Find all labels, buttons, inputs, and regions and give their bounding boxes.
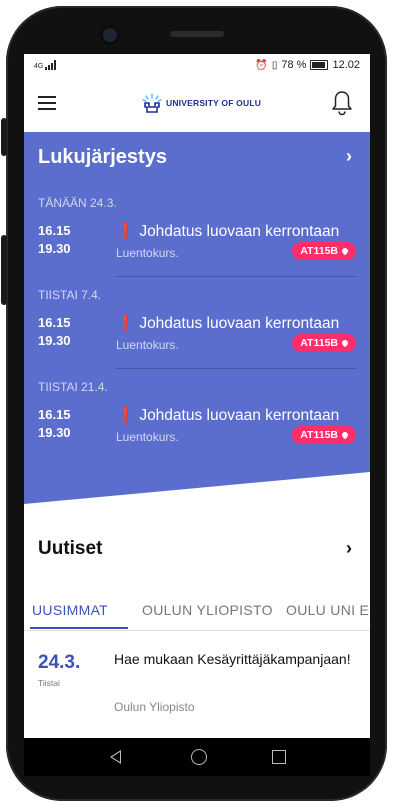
- network-type: 4G: [34, 63, 44, 70]
- tab-oulun-yliopisto[interactable]: OULUN YLIOPISTO: [142, 602, 273, 618]
- day-label: TIISTAI 21.4.: [38, 380, 108, 394]
- system-nav-bar: [24, 738, 370, 776]
- nav-back-icon[interactable]: [110, 750, 121, 764]
- hamburger-menu-icon[interactable]: [38, 96, 56, 110]
- schedule-event[interactable]: 16.15 19.30 ❗ Johdatus luovaan kerrontaan…: [24, 406, 370, 454]
- event-title: ❗ Johdatus luovaan kerrontaan: [116, 406, 339, 425]
- signal-icon: [45, 60, 57, 70]
- nav-recents-icon[interactable]: [272, 750, 286, 764]
- day-label: TÄNÄÄN 24.3.: [38, 196, 117, 210]
- event-title-text: Johdatus luovaan kerrontaan: [139, 223, 340, 240]
- schedule-title[interactable]: Lukujärjestys: [38, 146, 167, 169]
- news-tabs: UUSIMMAT OULUN YLIOPISTO OULU UNI E: [24, 594, 370, 631]
- schedule-panel[interactable]: Lukujärjestys › TÄNÄÄN 24.3. 16.15 19.30…: [24, 132, 370, 504]
- news-date: 24.3.: [38, 652, 81, 673]
- news-title[interactable]: Uutiset: [38, 538, 102, 560]
- app-header: UNIVERSITY OF OULU: [24, 76, 370, 132]
- location-pin-icon: [340, 338, 350, 348]
- room-code: AT115B: [300, 337, 338, 349]
- event-end-time: 19.30: [38, 241, 71, 256]
- event-title-text: Johdatus luovaan kerrontaan: [139, 315, 340, 332]
- event-start-time: 16.15: [38, 407, 71, 422]
- tab-uusimmat[interactable]: UUSIMMAT: [32, 602, 108, 618]
- event-start-time: 16.15: [38, 315, 71, 330]
- earpiece-speaker: [170, 31, 224, 37]
- room-code: AT115B: [300, 429, 338, 441]
- university-logo: UNIVERSITY OF OULU: [142, 93, 261, 113]
- notification-bell-icon[interactable]: [330, 90, 354, 116]
- chevron-right-icon[interactable]: ›: [346, 538, 352, 559]
- nav-home-icon[interactable]: [191, 749, 207, 765]
- event-title: ❗ Johdatus luovaan kerrontaan: [116, 222, 339, 241]
- location-pin-icon: [340, 246, 350, 256]
- phone-frame: 4G ⏰ ▯ 78 % 12.02 UNIVERSITY OF OULU Luk…: [0, 0, 393, 805]
- volume-button: [1, 118, 7, 156]
- vibrate-icon: ▯: [271, 59, 278, 71]
- schedule-event[interactable]: 16.15 19.30 ❗ Johdatus luovaan kerrontaan…: [24, 314, 370, 362]
- event-type: Luentokurs.: [116, 338, 179, 352]
- news-source: Oulun Yliopisto: [114, 700, 195, 714]
- alert-icon: ❗: [116, 223, 136, 240]
- alarm-icon: ⏰: [255, 59, 268, 71]
- app-screen: 4G ⏰ ▯ 78 % 12.02 UNIVERSITY OF OULU Luk…: [24, 54, 370, 776]
- event-title-text: Johdatus luovaan kerrontaan: [139, 407, 340, 424]
- news-headline: Hae mukaan Kesäyrittäjäkampanjaan!: [114, 651, 351, 667]
- battery-icon: [310, 60, 329, 70]
- tab-oulu-uni[interactable]: OULU UNI E: [286, 602, 369, 618]
- alert-icon: ❗: [116, 315, 136, 332]
- event-type: Luentokurs.: [116, 430, 179, 444]
- schedule-event[interactable]: 16.15 19.30 ❗ Johdatus luovaan kerrontaan…: [24, 222, 370, 270]
- room-badge[interactable]: AT115B: [292, 242, 356, 260]
- chevron-right-icon[interactable]: ›: [346, 146, 352, 167]
- divider: [116, 276, 356, 277]
- front-camera: [103, 28, 117, 42]
- divider: [116, 368, 356, 369]
- alert-icon: ❗: [116, 407, 136, 424]
- news-weekday: Tiistai: [38, 678, 60, 688]
- logo-text: UNIVERSITY OF OULU: [166, 98, 262, 108]
- status-clock: 12.02: [332, 59, 360, 71]
- news-item[interactable]: 24.3. Tiistai Hae mukaan Kesäyrittäjäkam…: [24, 650, 370, 730]
- day-label: TIISTAI 7.4.: [38, 288, 102, 302]
- event-end-time: 19.30: [38, 425, 71, 440]
- oulu-logo-mark-icon: [142, 93, 162, 113]
- power-button: [1, 235, 7, 305]
- event-title: ❗ Johdatus luovaan kerrontaan: [116, 314, 339, 333]
- event-type: Luentokurs.: [116, 246, 179, 260]
- room-badge[interactable]: AT115B: [292, 334, 356, 352]
- event-end-time: 19.30: [38, 333, 71, 348]
- battery-percent: 78 %: [281, 59, 307, 71]
- room-code: AT115B: [300, 245, 338, 257]
- status-bar: 4G ⏰ ▯ 78 % 12.02: [24, 54, 370, 76]
- room-badge[interactable]: AT115B: [292, 426, 356, 444]
- active-tab-indicator: [30, 627, 128, 629]
- event-start-time: 16.15: [38, 223, 71, 238]
- location-pin-icon: [340, 430, 350, 440]
